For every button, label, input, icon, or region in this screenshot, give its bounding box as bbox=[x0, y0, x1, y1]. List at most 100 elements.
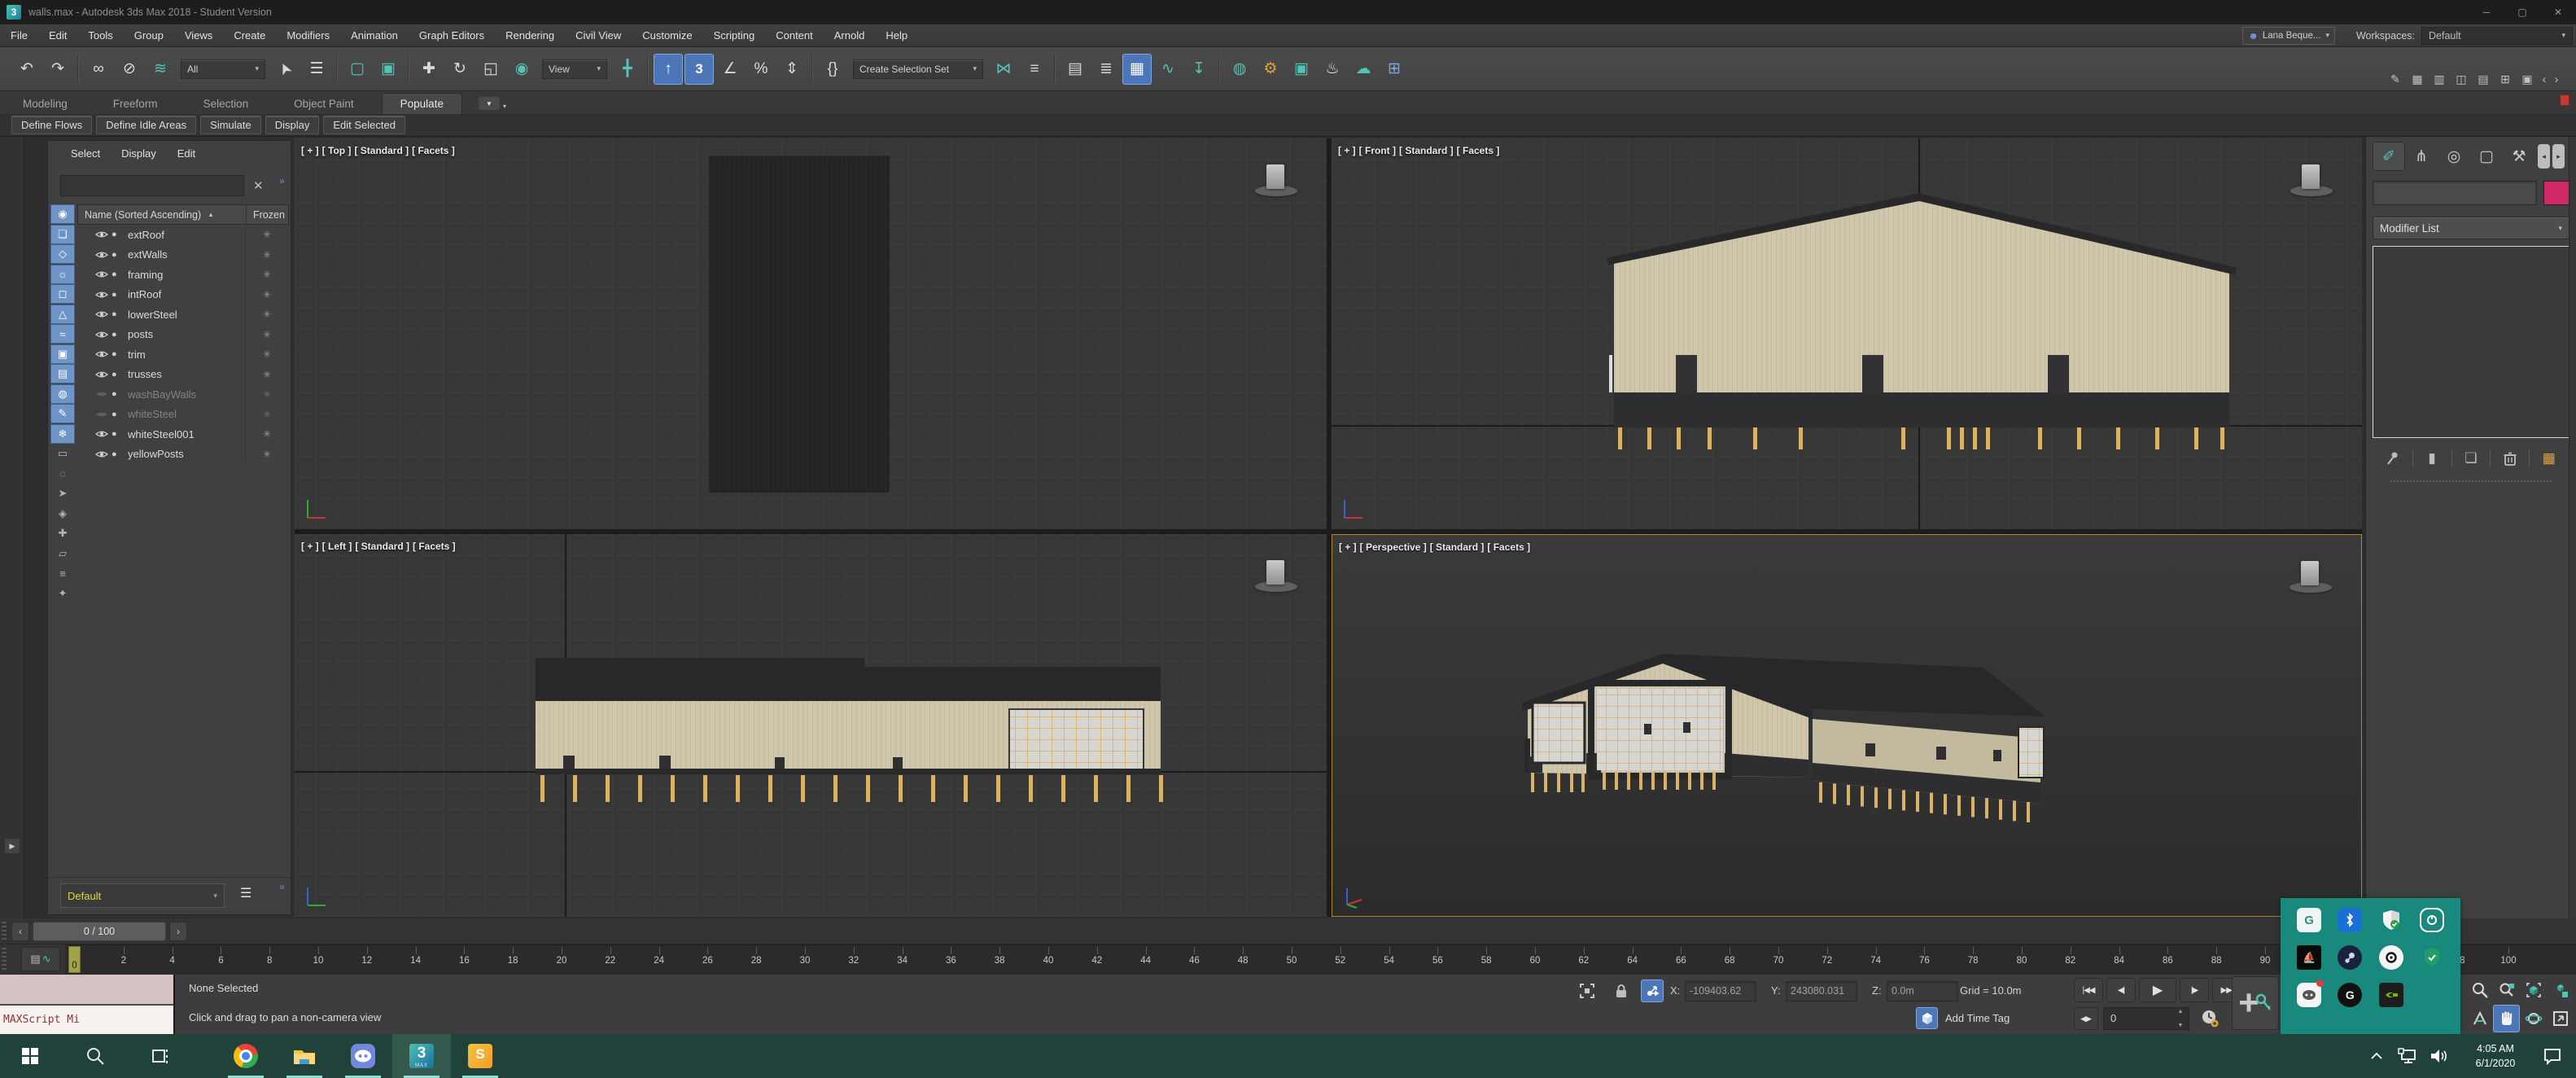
percent-snap-toggle-icon[interactable]: % bbox=[746, 54, 776, 85]
ribbon-tab-object-paint[interactable]: Object Paint bbox=[276, 94, 372, 114]
align-icon[interactable]: ≡ bbox=[1020, 54, 1049, 85]
explorer-row-whiteSteel[interactable]: ●whiteSteel✳ bbox=[77, 405, 289, 425]
modify-tab[interactable]: ✐ bbox=[2373, 142, 2405, 171]
material-editor-icon[interactable]: ◍ bbox=[1225, 54, 1254, 85]
steam-icon[interactable] bbox=[2338, 945, 2362, 970]
menu-civil-view[interactable]: Civil View bbox=[565, 24, 632, 46]
filter-sets[interactable]: ≡ bbox=[50, 563, 75, 583]
action-center-button[interactable] bbox=[2537, 1034, 2568, 1078]
make-unique-button[interactable]: ❏ bbox=[2459, 446, 2483, 471]
select-and-link-icon[interactable]: ∞ bbox=[84, 54, 113, 85]
ribbon-tab-selection[interactable]: Selection bbox=[186, 94, 267, 114]
filter-lights[interactable]: ☼ bbox=[50, 265, 75, 284]
user-account-button[interactable]: ☻ Lana Beque... ▾ bbox=[2242, 27, 2335, 45]
right-toolbar-icon-5[interactable]: ▤ bbox=[2473, 70, 2493, 88]
title-bar[interactable]: 3 walls.max - Autodesk 3ds Max 2018 - St… bbox=[0, 0, 2576, 24]
viewcube[interactable] bbox=[1253, 559, 1299, 596]
start-button[interactable] bbox=[7, 1034, 54, 1078]
maxscript-mini-listener[interactable]: MAXScript Mi bbox=[0, 975, 175, 1035]
viewport-top[interactable]: [ + ][ Top ][ Standard ][ Facets ] bbox=[295, 138, 1327, 529]
explorer-menu-display[interactable]: Display bbox=[121, 147, 156, 160]
unlink-selection-icon[interactable]: ⊘ bbox=[115, 54, 144, 85]
eye-open-icon[interactable] bbox=[95, 429, 112, 439]
minimize-button[interactable]: ─ bbox=[2469, 0, 2504, 24]
ribbon-button-display[interactable]: Display bbox=[265, 116, 320, 134]
right-toolbar-icon-3[interactable]: ▥ bbox=[2429, 70, 2449, 88]
zoom-icon[interactable] bbox=[2466, 976, 2493, 1004]
discord-tray-icon[interactable] bbox=[2297, 983, 2321, 1007]
viewport-front-label-part-2[interactable]: [ Front ] bbox=[1359, 145, 1396, 156]
task-view-button[interactable] bbox=[137, 1034, 184, 1078]
selection-lock-toggle[interactable] bbox=[1610, 979, 1633, 1002]
logitech-g-icon[interactable]: G bbox=[2338, 983, 2362, 1007]
schematic-view-icon[interactable]: ↧ bbox=[1184, 54, 1214, 85]
menu-tools[interactable]: Tools bbox=[77, 24, 123, 46]
viewport-perspective-label-part-1[interactable]: [ + ] bbox=[1339, 541, 1357, 553]
snaps-toggle-3d-icon[interactable]: 3 bbox=[684, 54, 714, 85]
frozen-icon[interactable]: ✳ bbox=[263, 329, 271, 340]
filter-particles[interactable]: ➤ bbox=[50, 484, 75, 503]
bluetooth-icon[interactable] bbox=[2338, 908, 2362, 932]
filter-helpers[interactable]: △ bbox=[50, 305, 75, 324]
undo-icon[interactable]: ↶ bbox=[12, 54, 42, 85]
corsair-icon[interactable]: ⛵ bbox=[2297, 945, 2321, 970]
viewport-front-label-part-3[interactable]: [ Standard ] bbox=[1399, 145, 1454, 156]
explorer-row-extRoof[interactable]: ●extRoof✳ bbox=[77, 225, 289, 245]
taskbar-app-yellow-app[interactable]: S bbox=[451, 1034, 510, 1078]
frozen-icon[interactable]: ✳ bbox=[263, 309, 271, 320]
frozen-icon[interactable]: ✳ bbox=[263, 409, 271, 420]
select-and-place-icon[interactable]: ◉ bbox=[507, 54, 536, 85]
viewport-front-label-part-1[interactable]: [ + ] bbox=[1338, 145, 1356, 156]
viewport-front-label-part-4[interactable]: [ Facets ] bbox=[1457, 145, 1500, 156]
app-g-icon[interactable]: G bbox=[2297, 908, 2321, 932]
maxscript-listener-pane[interactable]: MAXScript Mi bbox=[0, 1006, 173, 1035]
rectangular-selection-region-icon[interactable]: ▢ bbox=[343, 54, 372, 85]
viewport-perspective-label-part-3[interactable]: [ Standard ] bbox=[1430, 541, 1485, 553]
frozen-icon[interactable]: ✳ bbox=[263, 388, 271, 400]
frozen-icon[interactable]: ✳ bbox=[263, 369, 271, 380]
toolbar-scroll-arrow[interactable]: › bbox=[2552, 70, 2561, 88]
key-mode-toggle[interactable]: ◀▶ bbox=[2074, 1007, 2098, 1030]
pan-icon[interactable] bbox=[2493, 1005, 2520, 1032]
select-and-manipulate-icon[interactable]: ↑ bbox=[654, 54, 683, 85]
explorer-column-header[interactable]: Name (Sorted Ascending) ▲ Frozen bbox=[77, 204, 289, 225]
filter-frozen[interactable]: ❄ bbox=[50, 424, 75, 444]
power-manager-icon[interactable] bbox=[2420, 908, 2444, 932]
utilities-tab[interactable]: ⚒ bbox=[2503, 142, 2535, 171]
right-toolbar-icon-2[interactable]: ▦ bbox=[2408, 70, 2427, 88]
windows-defender-icon[interactable] bbox=[2379, 908, 2403, 932]
right-toolbar-icon-1[interactable]: ✎ bbox=[2386, 70, 2405, 88]
edit-named-selection-sets-icon[interactable]: {} bbox=[818, 54, 847, 85]
select-by-name-icon[interactable]: ☰ bbox=[302, 54, 331, 85]
viewport-top-label-part-3[interactable]: [ Standard ] bbox=[354, 145, 409, 156]
menu-create[interactable]: Create bbox=[223, 24, 276, 46]
panel-scroll-arrow[interactable]: ◂ bbox=[2538, 144, 2550, 169]
z-coordinate-field[interactable]: 0.0m bbox=[1887, 981, 1958, 1001]
explorer-row-yellowPosts[interactable]: ●yellowPosts✳ bbox=[77, 445, 289, 465]
menu-file[interactable]: File bbox=[0, 24, 38, 46]
explorer-menu-edit[interactable]: Edit bbox=[177, 147, 195, 160]
explorer-row-posts[interactable]: ●posts✳ bbox=[77, 325, 289, 345]
volume-icon[interactable] bbox=[2423, 1034, 2454, 1078]
show-end-result-button[interactable]: ▮ bbox=[2420, 446, 2444, 471]
eye-open-icon[interactable] bbox=[95, 270, 112, 279]
selection-filter-dropdown[interactable]: All▾ bbox=[181, 59, 265, 79]
ribbon-button-define-idle-areas[interactable]: Define Idle Areas bbox=[96, 116, 196, 134]
mirror-icon[interactable]: ⋈ bbox=[989, 54, 1018, 85]
ribbon-minimize-button[interactable]: ▼ bbox=[479, 97, 500, 110]
explorer-row-lowerSteel[interactable]: ●lowerSteel✳ bbox=[77, 305, 289, 325]
select-and-rotate-icon[interactable]: ↻ bbox=[445, 54, 475, 85]
menu-arnold[interactable]: Arnold bbox=[824, 24, 876, 46]
menu-customize[interactable]: Customize bbox=[632, 24, 702, 46]
filter-proxies[interactable]: ▱ bbox=[50, 544, 75, 563]
current-frame-marker[interactable]: 0 bbox=[68, 946, 81, 973]
viewport-left[interactable]: [ + ][ Left ][ Standard ][ Facets ] bbox=[295, 534, 1327, 917]
ribbon-button-edit-selected[interactable]: Edit Selected bbox=[323, 116, 405, 134]
taskbar-app-discord[interactable] bbox=[334, 1034, 392, 1078]
absolute-mode-transform-toggle[interactable] bbox=[1641, 979, 1664, 1002]
zoom-extents-all-icon[interactable] bbox=[2547, 976, 2574, 1004]
previous-frame-arrow[interactable]: ‹ bbox=[11, 922, 29, 941]
workspace-dropdown[interactable]: Default ▾ bbox=[2421, 27, 2573, 45]
viewcube[interactable] bbox=[1253, 163, 1299, 200]
explorer-row-framing[interactable]: ●framing✳ bbox=[77, 265, 289, 285]
